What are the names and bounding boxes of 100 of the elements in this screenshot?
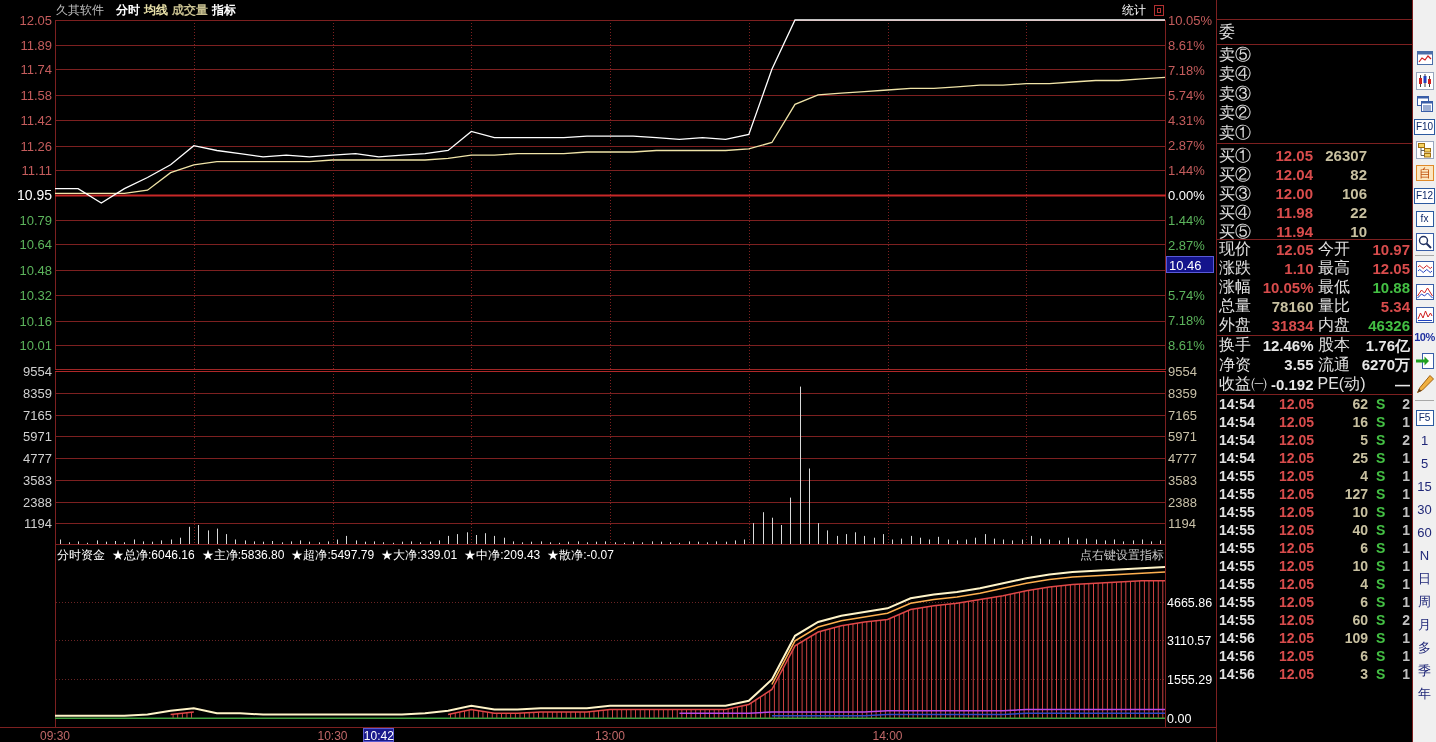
quote-value: 12.46% [1262,337,1314,353]
trade-volume: 6 [1360,648,1368,664]
axis-label: 11.42 [20,113,52,128]
trade-side: S [1376,432,1386,448]
trade-price: 12.05 [1278,612,1314,628]
trade-value: 1 [1402,558,1410,574]
quote-label: 涨跌 [1219,260,1251,276]
axis-label: 4777 [1168,451,1197,466]
trade-side: S [1376,396,1386,412]
time-label: 09:30 [40,729,70,742]
trade-value: 2 [1402,432,1410,448]
toolbar-option[interactable]: 季 [1418,664,1431,677]
toolbar-option[interactable]: 年 [1418,687,1431,700]
candlestick-icon[interactable] [1415,71,1434,90]
axis-label: 10.95 [16,187,52,203]
toolbar-option[interactable]: 30 [1417,503,1432,516]
trade-value: 1 [1402,450,1410,466]
pencil-icon[interactable] [1415,374,1434,393]
toolbar-button[interactable]: F5 [1415,409,1434,426]
toolbar-option[interactable]: 月 [1418,618,1431,631]
trade-side: S [1376,468,1386,484]
bid-price: 11.94 [1276,222,1313,240]
chart-window-icon[interactable] [1415,48,1434,67]
trade-price: 12.05 [1278,414,1314,430]
trade-price: 12.05 [1278,540,1314,556]
trade-price: 12.05 [1278,594,1314,610]
axis-label: 5.74% [1168,288,1205,303]
toolbar-button[interactable]: F10 [1413,118,1436,135]
toolbar-option[interactable]: 日 [1418,572,1431,585]
wave-chart-icon[interactable] [1415,259,1434,278]
trade-volume: 127 [1344,486,1368,502]
axis-label: 4665.86 [1167,596,1213,610]
line-chart-icon[interactable] [1415,305,1434,324]
trade-price: 12.05 [1278,522,1314,538]
bid-label: 买① [1219,146,1251,164]
quote-label: 总量 [1219,298,1251,314]
trade-price: 12.05 [1278,450,1314,466]
bid-label: 买② [1219,165,1251,183]
axis-label: 10.01 [19,338,52,353]
axis-label: 10.64 [19,237,52,252]
toolbar-option[interactable]: N [1419,549,1430,562]
axis-label: 11.74 [20,62,52,77]
square-icon[interactable] [1154,4,1164,16]
quote-label: 最低 [1317,279,1350,295]
axis-label: 1.44% [1168,213,1205,228]
toolbar-option[interactable]: 60 [1417,526,1432,539]
trade-volume: 60 [1352,612,1368,628]
bid-price: 12.04 [1275,165,1313,183]
quote-value: 10.05% [1262,279,1314,295]
trade-side: S [1376,450,1386,466]
trade-volume: 62 [1352,396,1368,412]
trade-volume: 40 [1352,522,1368,538]
quote-label: 最高 [1317,260,1350,276]
axis-label: 3583 [23,473,52,488]
trade-time: 14:55 [1219,486,1255,502]
trade-time: 14:55 [1219,540,1255,556]
toolbar-option[interactable]: 10% [1414,332,1435,343]
toolbar-option[interactable]: 1 [1420,434,1429,447]
axis-label: 5971 [1168,429,1197,444]
trade-price: 12.05 [1278,558,1314,574]
trade-time: 14:56 [1219,648,1255,664]
toolbar-option[interactable]: 5 [1420,457,1429,470]
search-icon[interactable] [1415,232,1434,251]
quote-label: 内盘 [1317,317,1350,333]
toolbar-option[interactable]: 多 [1418,641,1431,654]
hierarchy-icon[interactable] [1415,140,1434,159]
trade-time: 14:54 [1219,450,1255,466]
axis-label: 0.00% [1168,188,1205,203]
trade-side: S [1376,558,1386,574]
axis-label: 7165 [1168,408,1197,423]
ask-label: 卖⑤ [1219,46,1251,63]
trade-side: S [1376,522,1386,538]
time-label: 14:00 [872,729,903,742]
toolbar-option[interactable]: 周 [1418,595,1431,608]
toolbar-button[interactable]: fx [1415,210,1434,227]
trade-time: 14:55 [1219,522,1255,538]
toolbar-option[interactable]: 15 [1417,480,1432,493]
bid-label: 买⑤ [1219,222,1251,240]
toolbar-button[interactable]: F12 [1413,187,1436,204]
trade-price: 12.05 [1278,468,1314,484]
axis-label: 2.87% [1168,238,1205,253]
quote-label: 流通 [1317,356,1350,373]
windows-icon[interactable] [1415,94,1434,113]
trade-value: 1 [1402,504,1410,520]
mountain-chart-icon[interactable] [1415,282,1434,301]
trade-volume: 109 [1344,630,1368,646]
axis-label: 1194 [24,516,52,531]
trade-price: 12.05 [1278,432,1314,448]
trade-volume: 25 [1352,450,1368,466]
toolbar-button[interactable]: 自 [1415,164,1434,181]
quote-value: 10.88 [1372,279,1410,295]
bid-price: 12.00 [1275,184,1313,202]
bid-price: 12.05 [1275,146,1313,164]
arrow-into-box-icon[interactable] [1415,351,1434,370]
quote-label: 量比 [1317,298,1350,314]
trade-time: 14:55 [1219,468,1255,484]
order-ratio-label: 委 [1219,24,1235,40]
statistics-label[interactable]: 统计 [1122,4,1146,16]
ask-label: 卖③ [1219,85,1251,102]
legend-item: ★中净:209.43 [464,548,541,561]
